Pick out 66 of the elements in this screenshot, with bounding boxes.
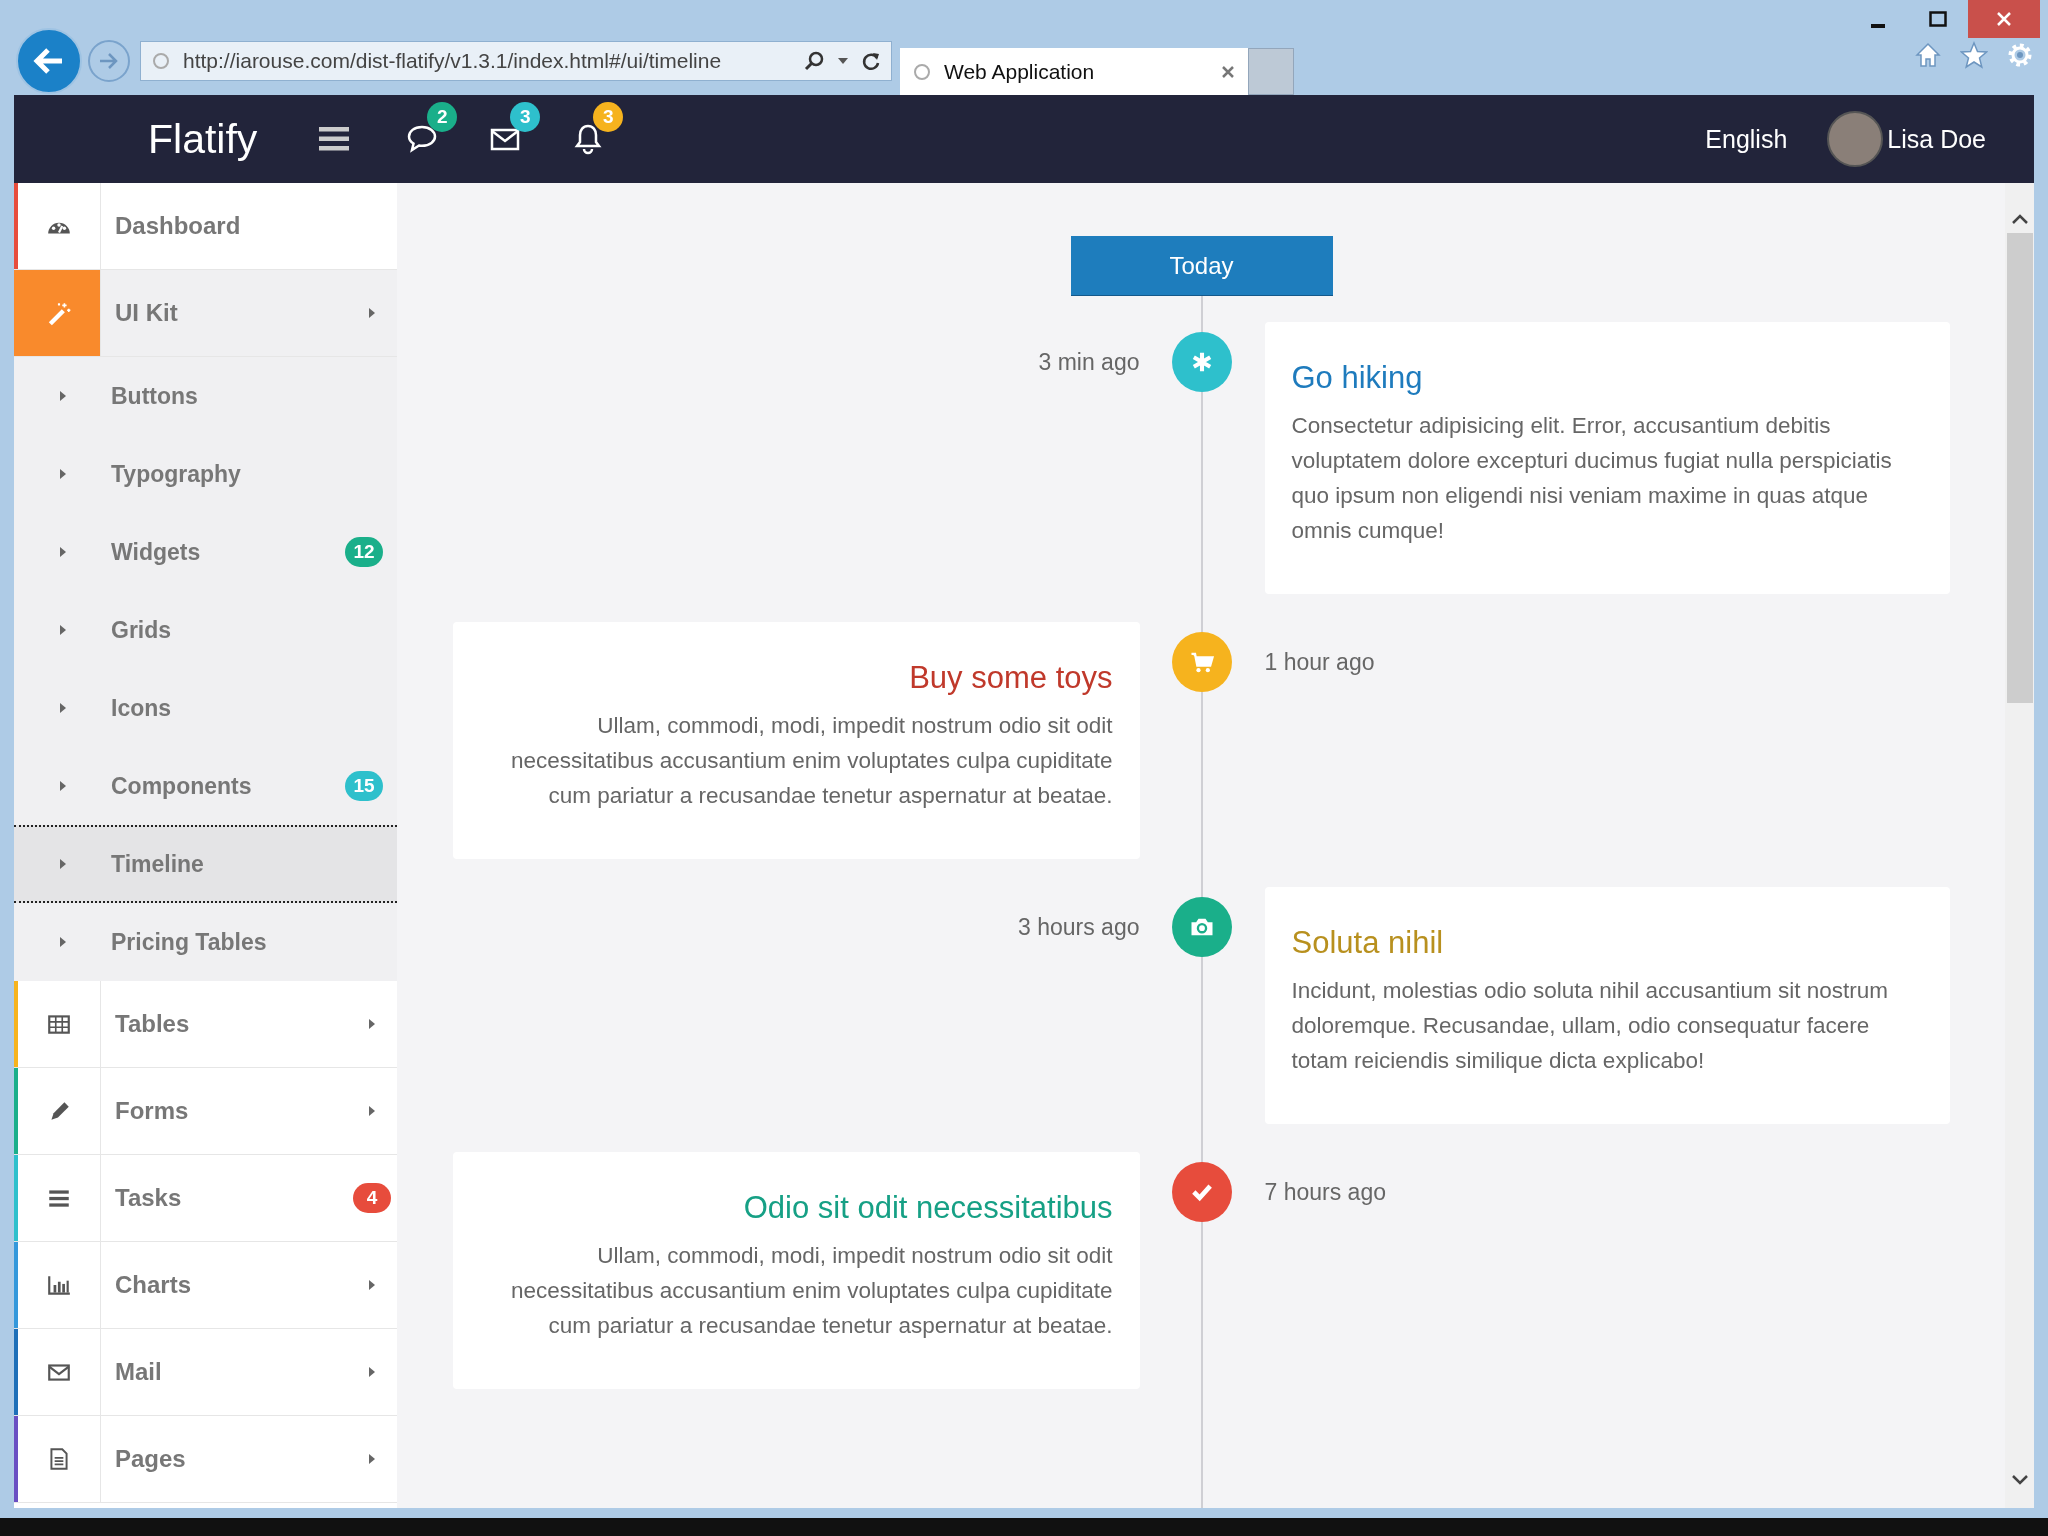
caret-icon	[57, 858, 68, 870]
caret-icon	[57, 702, 68, 714]
sidebar-subitem[interactable]: Widgets 12	[14, 513, 397, 591]
caret-icon	[57, 780, 68, 792]
event-text: Ullam, commodi, modi, impedit nostrum odio sit odit necessitatibus accusantium enim voluptates culpa cupiditate cum pariatur a recusandae tenetur aspernatur at beatae.	[509, 712, 1113, 810]
dropdown-icon	[837, 56, 849, 65]
sidebar-subitem[interactable]: Pricing Tables	[14, 903, 397, 981]
caret-icon	[57, 624, 68, 636]
event-title: Odio sit odit necessitatibus	[742, 1190, 1113, 1226]
browser-tab[interactable]: Web Application	[900, 48, 1248, 95]
sidebar-subitem[interactable]: Components 15	[14, 747, 397, 825]
event-title: Go hiking	[1291, 360, 1424, 396]
count-badge: 15	[345, 771, 383, 801]
star-icon[interactable]	[1960, 40, 1988, 69]
sidebar-item[interactable]: Charts	[14, 1242, 397, 1329]
scroll-down-icon[interactable]	[2010, 1474, 2029, 1486]
language-selector[interactable]: English	[1705, 124, 1788, 154]
sidebar-subitem[interactable]: Icons	[14, 669, 397, 747]
caret-icon	[57, 468, 68, 480]
close-button[interactable]	[1968, 0, 2040, 38]
sidebar-item[interactable]: Dashboard	[14, 183, 397, 270]
sidebar-subitem[interactable]: Timeline	[14, 825, 397, 903]
menu-icon[interactable]	[319, 126, 350, 152]
scroll-up-icon[interactable]	[2010, 213, 2029, 225]
user-name[interactable]: Lisa Doe	[1887, 124, 1986, 154]
today-button[interactable]: Today	[1070, 236, 1333, 295]
wand-icon	[46, 300, 72, 326]
minimize-icon	[1871, 24, 1885, 28]
caret-icon	[57, 936, 68, 948]
event-text: Consectetur adipisicing elit. Error, accusantium debitis voluptatem dolore excepturi ducimus fugiat nulla perspiciatis quo ipsum non eligendi nisi veniam maxime in quas atque omnis cumque!	[1291, 412, 1893, 545]
maximize-icon	[1929, 11, 1947, 27]
count-badge: 3	[593, 102, 624, 132]
arrow-right-icon	[98, 50, 120, 71]
sidebar-item[interactable]: UI Kit	[14, 270, 397, 357]
caret-icon	[57, 546, 68, 558]
sidebar-item[interactable]: Mail	[14, 1329, 397, 1416]
caret-icon	[57, 390, 68, 402]
home-icon[interactable]	[1914, 40, 1942, 69]
count-badge: 2	[427, 102, 458, 132]
sidebar-subitem[interactable]: Buttons	[14, 357, 397, 435]
event-title: Soluta nihil	[1291, 925, 1445, 961]
event-title: Buy some toys	[908, 660, 1113, 696]
sidebar-subitem[interactable]: Typography	[14, 435, 397, 513]
event-time: 3 min ago	[1037, 349, 1141, 376]
event-text: Incidunt, molestias odio soluta nihil accusantium sit nostrum doloremque. Recusandae, ullam, odio consequatur facere totam reiciendis similique dicta explicabo!	[1291, 977, 1890, 1075]
brand-logo[interactable]: Flatify	[148, 115, 258, 163]
search-icon	[803, 49, 825, 72]
close-icon[interactable]	[1220, 63, 1236, 80]
sidebar-item[interactable]: Tasks 4	[14, 1155, 397, 1242]
page-icon	[151, 50, 171, 71]
event-time: 3 hours ago	[1017, 914, 1141, 941]
chat-icon[interactable]	[406, 123, 439, 155]
event-text: Ullam, commodi, modi, impedit nostrum odio sit odit necessitatibus accusantium enim voluptates culpa cupiditate cum pariatur a recusandae tenetur aspernatur at beatae.	[509, 1242, 1113, 1340]
event-time: 1 hour ago	[1263, 649, 1376, 676]
close-icon	[1996, 11, 2012, 27]
sidebar-item[interactable]: Pages	[14, 1416, 397, 1503]
scrollbar-thumb[interactable]	[2006, 233, 2033, 703]
sidebar-subitem[interactable]: Grids	[14, 591, 397, 669]
event-time: 7 hours ago	[1263, 1179, 1387, 1206]
count-badge: 12	[345, 537, 383, 567]
page-icon	[912, 61, 932, 82]
sidebar-item[interactable]: Forms	[14, 1068, 397, 1155]
sidebar-item[interactable]: Tables	[14, 981, 397, 1068]
address-bar[interactable]: http://iarouse.com/dist-flatify/v1.3.1/index.html#/ui/timeline	[140, 40, 892, 81]
count-badge: 4	[353, 1183, 391, 1213]
count-badge: 3	[510, 102, 541, 132]
